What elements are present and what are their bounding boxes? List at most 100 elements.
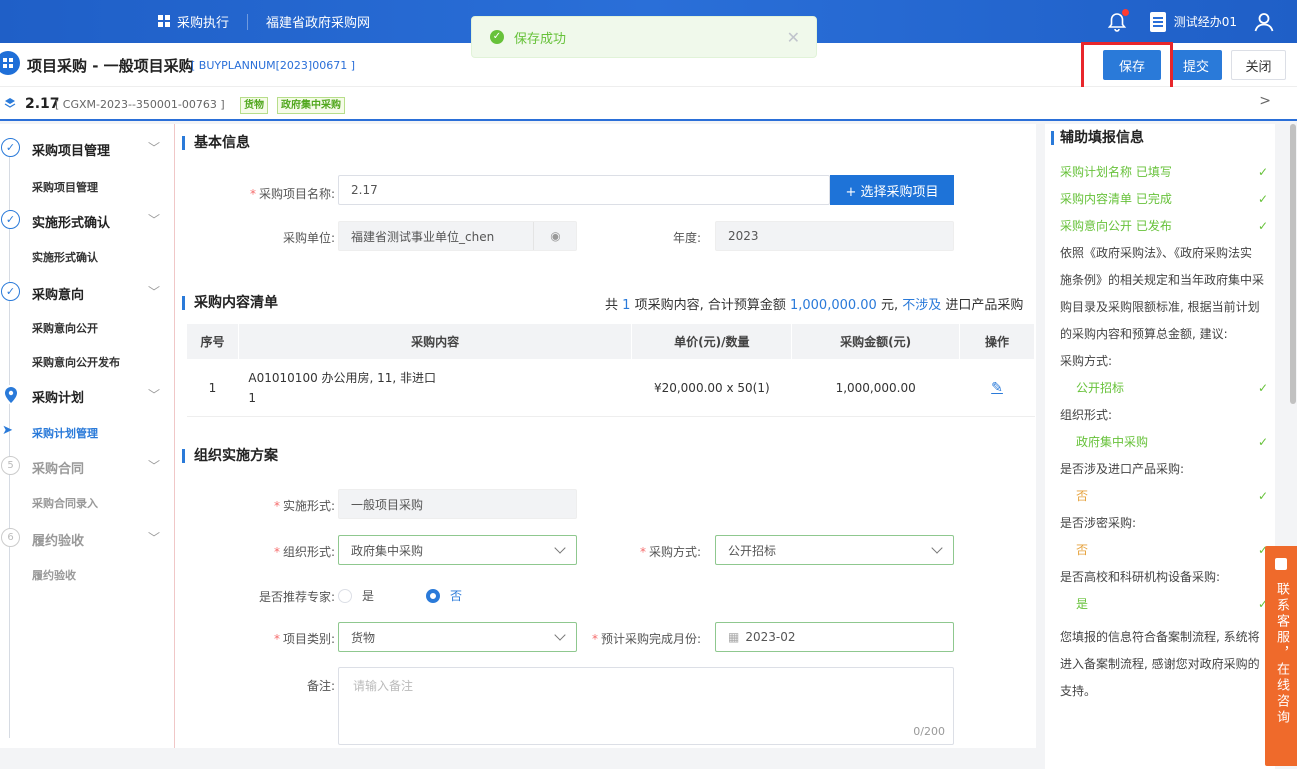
scrollbar[interactable]	[1290, 124, 1296, 404]
project-code: [ CGXM-2023--350001-00763 ]	[55, 98, 225, 111]
chevron-down-icon[interactable]: ﹀	[148, 529, 160, 546]
toast-message: 保存成功	[514, 31, 567, 47]
expert-yes-radio[interactable]: 是	[338, 587, 374, 604]
current-arrow-icon: ➤	[2, 423, 13, 438]
chevron-down-icon	[554, 542, 566, 554]
col-no: 序号	[186, 323, 239, 360]
document-icon[interactable]	[1149, 11, 1166, 32]
step-number: 6	[1, 528, 20, 547]
expert-label: 是否推荐专家:	[258, 590, 335, 604]
select-project-button[interactable]: + 选择采购项目	[830, 175, 954, 205]
step-intent[interactable]: 采购意向 ﹀	[0, 278, 175, 308]
aux-question: 是否涉密采购:	[1060, 516, 1137, 530]
category-select[interactable]: 货物	[338, 622, 577, 652]
aux-question: 是否高校和科研机构设备采购:	[1060, 570, 1221, 584]
aux-desc: 施条例》的相关规定和当年政府集中采	[1060, 273, 1265, 287]
project-name-input[interactable]: 2.17	[338, 175, 830, 205]
step-contract[interactable]: 5 采购合同 ﹀	[0, 452, 175, 482]
row-content: A01010100 办公用房, 11, 非进口 1	[238, 359, 632, 417]
tag-centralized: 政府集中采购	[277, 97, 345, 114]
row-action: ✎	[959, 359, 1035, 417]
step-label: 实施形式确认	[32, 216, 111, 231]
aux-answer: 政府集中采购 ✓	[1060, 429, 1268, 456]
check-icon: ✓	[1257, 435, 1268, 449]
check-icon	[1, 138, 20, 157]
status-item: 采购计划名称 已填写 ✓	[1060, 159, 1268, 186]
sidebar-item-intent-publish[interactable]: 采购意向公开发布	[32, 354, 120, 370]
nav-label: 福建省政府采购网	[266, 16, 371, 31]
row-price: ¥20,000.00 x 50(1)	[631, 359, 792, 417]
step-label: 履约验收	[32, 534, 85, 549]
check-icon	[1, 210, 20, 229]
main-form: 基本信息 * 采购项目名称: 2.17 + 选择采购项目 采购单位: 福建省测试事…	[175, 124, 1036, 748]
plan-number: [ BUYPLANNUM[2023]00671 ]	[191, 59, 356, 72]
step-plan[interactable]: 采购计划 ﹀	[0, 381, 175, 411]
location-pin-icon	[1, 385, 20, 404]
sidebar-item-project-mgmt[interactable]: 采购项目管理	[32, 179, 98, 195]
username[interactable]: 测试经办01	[1174, 13, 1237, 30]
chevron-down-icon[interactable]: ﹀	[148, 457, 160, 474]
aux-answer: 否 ✓	[1060, 537, 1268, 564]
step-label: 采购计划	[32, 391, 85, 406]
status-item: 采购内容清单 已完成 ✓	[1060, 186, 1268, 213]
sidebar-item-intent-public[interactable]: 采购意向公开	[32, 320, 98, 336]
expert-no-radio[interactable]: 否	[426, 587, 462, 604]
edit-icon[interactable]: ✎	[991, 380, 1003, 396]
chevron-down-icon[interactable]: ﹀	[148, 211, 160, 228]
submit-button[interactable]: 提交	[1170, 50, 1222, 80]
step-acceptance[interactable]: 6 履约验收 ﹀	[0, 524, 175, 554]
month-label: * 预计采购完成月份:	[591, 632, 701, 646]
aux-conclusion: 支持。	[1060, 684, 1097, 698]
status-item: 采购意向公开 已发布 ✓	[1060, 213, 1268, 240]
aux-question: 采购方式:	[1060, 354, 1113, 368]
project-bar: 2.17 [ CGXM-2023--350001-00763 ] 货物 政府集中…	[0, 87, 1297, 121]
note-textarea[interactable]: 请输入备注 0/200	[338, 667, 954, 745]
success-toast: ✓ 保存成功 ✕	[471, 16, 817, 58]
chevron-right-icon[interactable]: >	[1259, 93, 1271, 109]
sidebar-item-plan-mgmt[interactable]: 采购计划管理	[32, 425, 98, 441]
table-row: 1 A01010100 办公用房, 11, 非进口 1 ¥20,000.00 x …	[186, 359, 1035, 417]
sidebar-item-impl-confirm[interactable]: 实施形式确认	[32, 249, 98, 265]
nav-label: 采购执行	[177, 16, 230, 31]
process-sidebar: 采购项目管理 ﹀ 采购项目管理 实施形式确认 ﹀ 实施形式确认 采购意向 ﹀ 采…	[0, 124, 175, 748]
contents-summary: 共 1 项采购内容, 合计预算金额 1,000,000.00 元, 不涉及 进口…	[605, 298, 1024, 313]
layers-icon	[4, 98, 16, 108]
step-project-mgmt[interactable]: 采购项目管理 ﹀	[0, 134, 175, 164]
bottom-strip	[0, 748, 1045, 769]
budget-total: 1,000,000.00	[789, 298, 877, 313]
check-icon: ✓	[1257, 165, 1268, 179]
sidebar-item-acceptance[interactable]: 履约验收	[32, 567, 76, 583]
month-picker[interactable]: ▦ 2023-02	[715, 622, 954, 652]
method-select[interactable]: 公开招标	[715, 535, 954, 565]
section-org-plan: 组织实施方案	[182, 449, 278, 463]
unit-field: 福建省测试事业单位_chen ◉	[338, 221, 577, 251]
sidebar-item-contract-entry[interactable]: 采购合同录入	[32, 495, 98, 511]
chevron-down-icon[interactable]: ﹀	[148, 283, 160, 300]
notification-dot	[1121, 8, 1129, 16]
col-content: 采购内容	[237, 323, 633, 360]
bell-icon[interactable]	[1106, 8, 1129, 33]
org-form-select[interactable]: 政府集中采购	[338, 535, 577, 565]
category-label: * 项目类别:	[273, 632, 335, 646]
check-icon: ✓	[1257, 192, 1268, 206]
nav-procurement-exec[interactable]: 采购执行	[140, 12, 247, 31]
top-right-tools: 测试经办01	[1106, 0, 1297, 43]
aux-question: 是否涉及进口产品采购:	[1060, 462, 1185, 476]
row-amount: 1,000,000.00	[791, 359, 960, 417]
aux-answer: 是 ✓	[1060, 591, 1268, 618]
customer-service-button[interactable]: 联系客服，在线咨询	[1265, 546, 1297, 766]
nav-fujian-portal[interactable]: 福建省政府采购网	[248, 12, 388, 31]
aux-desc: 购目录及采购限额标准, 根据当前计划	[1060, 300, 1260, 314]
impl-form-label: * 实施形式:	[273, 499, 335, 513]
eye-icon[interactable]: ◉	[533, 222, 577, 250]
aux-answer: 否 ✓	[1060, 483, 1268, 510]
aux-question: 组织形式:	[1060, 408, 1113, 422]
step-impl-confirm[interactable]: 实施形式确认 ﹀	[0, 206, 175, 236]
page-title: 项目采购 - 一般项目采购	[27, 57, 194, 75]
user-icon[interactable]	[1253, 11, 1275, 33]
chevron-down-icon[interactable]: ﹀	[148, 386, 160, 403]
chevron-down-icon[interactable]: ﹀	[148, 139, 160, 156]
close-button[interactable]: 关闭	[1231, 50, 1286, 80]
col-price: 单价(元)/数量	[631, 323, 793, 360]
close-icon[interactable]: ✕	[787, 28, 800, 47]
